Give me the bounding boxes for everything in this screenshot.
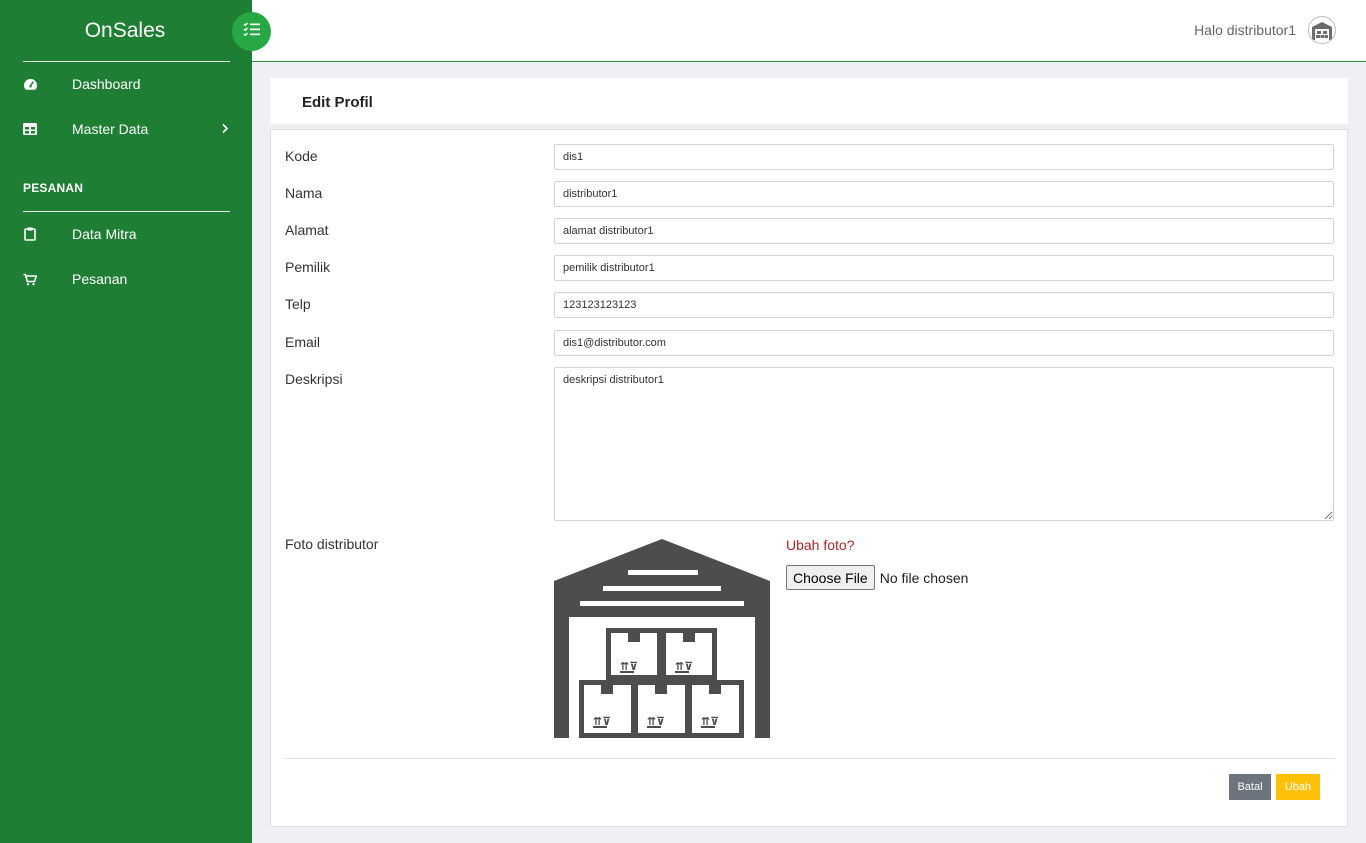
sidebar-item-master-data[interactable]: Master Data [0, 109, 252, 149]
table-icon [22, 121, 38, 137]
edit-profile-form: Kode Nama Alamat Pemilik Telp Email Desk… [270, 129, 1348, 827]
email-label: Email [285, 334, 321, 350]
clipboard-icon [22, 226, 38, 242]
user-greeting[interactable]: Halo distributor1 [1194, 22, 1296, 38]
distributor-photo: ⇈⊽ ⇈⊽ ⇈⊽ ⇈⊽ ⇈⊽ [554, 539, 771, 738]
cart-icon [22, 271, 38, 287]
chevron-right-icon [221, 122, 229, 137]
topbar: Halo distributor1 [252, 0, 1366, 62]
section-title-pesanan: PESANAN [23, 181, 84, 195]
sidebar-item-pesanan[interactable]: Pesanan [0, 259, 252, 299]
pemilik-label: Pemilik [285, 259, 331, 275]
file-input[interactable]: Choose File No file chosen [786, 565, 968, 590]
kode-label: Kode [285, 148, 318, 164]
alamat-label: Alamat [285, 222, 329, 238]
telp-label: Telp [285, 296, 311, 312]
avatar[interactable] [1308, 16, 1336, 44]
sidebar-item-label: Pesanan [72, 271, 128, 287]
change-photo-link[interactable]: Ubah foto? [786, 537, 855, 553]
brand-title[interactable]: OnSales [0, 0, 252, 62]
nama-field[interactable] [554, 181, 1334, 207]
email-field[interactable] [554, 330, 1334, 356]
sidebar-item-label: Master Data [72, 121, 149, 137]
sidebar-divider [23, 61, 230, 62]
sidebar-item-label: Data Mitra [72, 226, 137, 242]
page-title: Edit Profil [302, 94, 373, 111]
form-divider [285, 758, 1335, 759]
deskripsi-textarea[interactable]: deskripsi distributor1 [554, 367, 1334, 521]
tachometer-icon [22, 76, 38, 92]
pemilik-field[interactable] [554, 255, 1334, 281]
nama-label: Nama [285, 185, 323, 201]
sidebar-item-data-mitra[interactable]: Data Mitra [0, 214, 252, 254]
cancel-button[interactable]: Batal [1229, 774, 1271, 800]
sidebar-toggle-button[interactable] [232, 12, 271, 51]
foto-label: Foto distributor [285, 536, 379, 552]
sidebar-item-label: Dashboard [72, 76, 141, 92]
submit-button[interactable]: Ubah [1276, 774, 1320, 800]
sidebar: OnSales Dashboard Master Data PESANAN Da… [0, 0, 252, 843]
alamat-field[interactable] [554, 218, 1334, 244]
page-header: Edit Profil [270, 78, 1348, 124]
sidebar-item-dashboard[interactable]: Dashboard [0, 64, 252, 104]
telp-field[interactable] [554, 292, 1334, 318]
choose-file-button[interactable]: Choose File [786, 565, 875, 590]
list-check-icon [243, 22, 260, 41]
kode-field[interactable] [554, 144, 1334, 170]
deskripsi-label: Deskripsi [285, 371, 343, 387]
sidebar-divider [23, 211, 230, 212]
file-status-text: No file chosen [879, 569, 969, 586]
